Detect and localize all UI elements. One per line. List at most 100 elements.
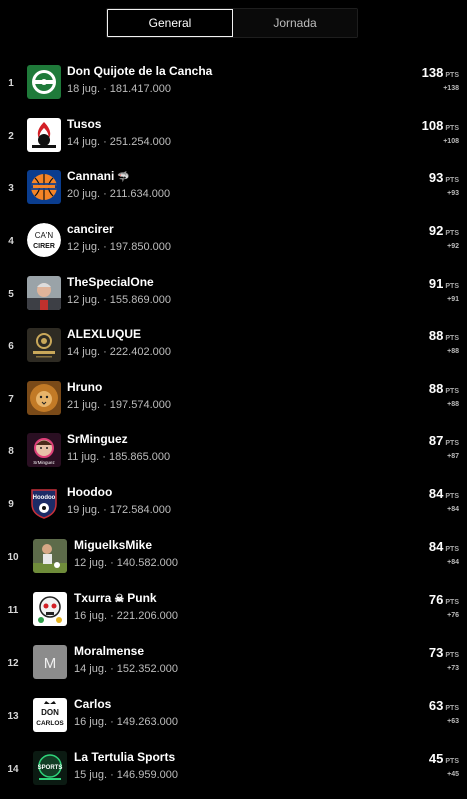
- rank-number: 2: [8, 130, 14, 142]
- points-delta: +138: [443, 85, 459, 92]
- team-points: 45 PTS: [428, 751, 459, 766]
- skull-mascot-icon: [33, 592, 67, 626]
- tab-general[interactable]: General: [107, 9, 233, 37]
- ranking-row[interactable]: 8 SrMinguez SrMinguez 11 jug. · 185.865.…: [0, 425, 467, 477]
- skull-emoji-icon: ☠: [114, 593, 125, 605]
- team-name[interactable]: Don Quijote de la Cancha: [67, 64, 212, 78]
- team-name[interactable]: TheSpecialOne: [67, 275, 154, 289]
- lion-icon: [27, 381, 61, 415]
- team-meta: 18 jug. · 181.417.000: [67, 83, 171, 95]
- shark-emoji-icon: 🦈: [117, 172, 130, 183]
- rank-number: 12: [7, 657, 19, 669]
- team-name[interactable]: Moralmense: [74, 644, 144, 658]
- rank-number: 14: [7, 763, 19, 775]
- person-photo-icon: [27, 276, 61, 310]
- team-name[interactable]: Hruno: [67, 380, 102, 394]
- team-name[interactable]: Carlos: [74, 697, 111, 711]
- rank-number: 5: [8, 288, 14, 300]
- team-points: 91 PTS: [428, 276, 459, 291]
- ranking-row[interactable]: 1 Don Quijote de la Cancha 18 jug. · 181…: [0, 57, 467, 109]
- svg-text:CARLOS: CARLOS: [36, 720, 64, 727]
- team-points: 76 PTS: [428, 592, 459, 607]
- svg-text:DON: DON: [41, 708, 59, 717]
- team-meta: 15 jug. · 146.959.000: [74, 769, 178, 781]
- team-points: 73 PTS: [428, 645, 459, 660]
- ranking-row[interactable]: 3 Cannani 🦈 20 jug. · 211.634.000 93 PTS +…: [0, 162, 467, 214]
- gold-emblem-icon: [27, 328, 61, 362]
- team-meta: 16 jug. · 221.206.000: [74, 610, 178, 622]
- svg-text:M: M: [44, 655, 57, 672]
- team-name[interactable]: cancirer: [67, 222, 114, 236]
- team-name[interactable]: La Tertulia Sports: [74, 750, 175, 764]
- team-points: 87 PTS: [428, 433, 459, 448]
- svg-text:CIRER: CIRER: [33, 243, 55, 250]
- rank-number: 6: [8, 340, 14, 352]
- rank-number: 1: [8, 77, 14, 89]
- team-points: 84 PTS: [428, 539, 459, 554]
- svg-text:SPORTS: SPORTS: [38, 765, 63, 771]
- team-meta: 14 jug. · 152.352.000: [74, 663, 178, 675]
- ranking-row[interactable]: 7 Hruno 21 jug. · 197.574.000 88 PTS +88: [0, 373, 467, 425]
- ranking-row[interactable]: 14 SPORTS La Tertulia Sports 15 jug. · 1…: [0, 743, 467, 795]
- svg-text:CA'N: CA'N: [35, 231, 54, 240]
- svg-text:Hoodoo: Hoodoo: [33, 495, 56, 501]
- rank-number: 9: [8, 498, 14, 510]
- ranking-row[interactable]: 11 Txurra ☠ Punk 16 jug. · 221.206.000 76 P…: [0, 584, 467, 636]
- team-meta: 14 jug. · 222.402.000: [67, 346, 171, 358]
- rank-number: 11: [7, 604, 19, 616]
- ranking-row[interactable]: 12 M Moralmense 14 jug. · 152.352.000 73…: [0, 637, 467, 689]
- team-points: 88 PTS: [428, 328, 459, 343]
- points-delta: +84: [447, 559, 459, 566]
- team-name[interactable]: SrMinguez: [67, 432, 128, 446]
- ranking-tabs: General Jornada: [106, 8, 358, 38]
- rank-number: 13: [7, 710, 19, 722]
- ranking-row[interactable]: 6 ALEXLUQUE 14 jug. · 222.402.000 88 PTS …: [0, 320, 467, 372]
- don-carlos-logo-icon: DON CARLOS: [33, 698, 67, 732]
- rank-number: 4: [8, 235, 14, 247]
- team-name[interactable]: MiguelksMike: [74, 538, 152, 552]
- svg-text:SrMinguez: SrMinguez: [33, 460, 55, 465]
- team-points: 108 PTS: [421, 118, 459, 133]
- red-crest-icon: [27, 118, 61, 152]
- rank-number: 7: [8, 393, 14, 405]
- ca-n-cirer-logo-icon: CA'N CIRER: [27, 223, 61, 257]
- ranking-row[interactable]: 10 MiguelksMike 12 jug. · 140.582.000 84…: [0, 531, 467, 583]
- hoodoo-shield-icon: Hoodoo: [27, 486, 61, 520]
- team-name[interactable]: Hoodoo: [67, 485, 112, 499]
- ranking-row[interactable]: 9 Hoodoo Hoodoo 19 jug. · 172.584.000 84…: [0, 478, 467, 530]
- ranking-row[interactable]: 2 Tusos 14 jug. · 251.254.000 108 PTS +10…: [0, 110, 467, 162]
- ranking-row[interactable]: 13 DON CARLOS Carlos 16 jug. · 149.263.00…: [0, 690, 467, 742]
- team-name[interactable]: ALEXLUQUE: [67, 327, 141, 341]
- team-meta: 19 jug. · 172.584.000: [67, 504, 171, 516]
- points-delta: +84: [447, 506, 459, 513]
- team-name[interactable]: Tusos: [67, 117, 101, 131]
- team-meta: 14 jug. · 251.254.000: [67, 136, 171, 148]
- team-meta: 12 jug. · 197.850.000: [67, 241, 171, 253]
- ranking-row[interactable]: 4 CA'N CIRER cancirer 12 jug. · 197.850.0…: [0, 215, 467, 267]
- green-crest-icon: [27, 65, 61, 99]
- points-delta: +108: [443, 138, 459, 145]
- team-points: 138 PTS: [421, 65, 459, 80]
- team-points: 88 PTS: [428, 381, 459, 396]
- points-delta: +63: [447, 718, 459, 725]
- player-photo-icon: [33, 539, 67, 573]
- team-name[interactable]: Txurra ☠ Punk: [74, 591, 157, 605]
- team-meta: 11 jug. · 185.865.000: [67, 451, 171, 463]
- points-delta: +73: [447, 665, 459, 672]
- knicks-logo-icon: [27, 170, 61, 204]
- rank-number: 8: [8, 445, 14, 457]
- team-meta: 20 jug. · 211.634.000: [67, 188, 171, 200]
- rank-number: 3: [8, 182, 14, 194]
- tab-jornada[interactable]: Jornada: [233, 9, 357, 37]
- points-delta: +88: [447, 401, 459, 408]
- tertulia-sports-logo-icon: SPORTS: [33, 751, 67, 785]
- team-points: 84 PTS: [428, 486, 459, 501]
- team-name[interactable]: Cannani 🦈: [67, 169, 130, 183]
- points-delta: +88: [447, 348, 459, 355]
- points-delta: +76: [447, 612, 459, 619]
- rank-number: 10: [7, 551, 19, 563]
- team-meta: 12 jug. · 140.582.000: [74, 557, 178, 569]
- ranking-row[interactable]: 5 TheSpecialOne 12 jug. · 155.869.000 91…: [0, 268, 467, 320]
- team-points: 92 PTS: [428, 223, 459, 238]
- points-delta: +92: [447, 243, 459, 250]
